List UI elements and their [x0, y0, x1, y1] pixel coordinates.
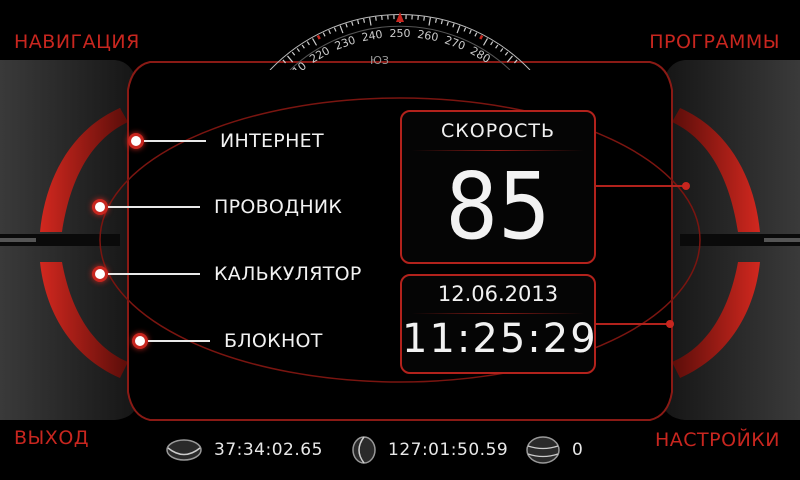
menu-item-explorer[interactable]: ПРОВОДНИК	[92, 195, 342, 219]
compass-tick	[423, 16, 425, 21]
menu-item-label: ПРОВОДНИК	[214, 196, 343, 218]
compass-tick	[482, 38, 489, 46]
latitude-value: 37:34:02.65	[214, 440, 323, 460]
longitude-value: 127:01:50.59	[388, 440, 509, 460]
compass-tick	[306, 41, 310, 46]
compass-tick-label: 220	[307, 44, 332, 66]
exit-button[interactable]: ВЫХОД	[14, 427, 89, 449]
compass-tick-label: 210	[285, 59, 309, 70]
compass-tick-label: 240	[361, 28, 384, 44]
menu-connector	[108, 206, 200, 208]
latitude-globe-icon	[166, 439, 202, 461]
menu-item-internet[interactable]: ИНТЕРНЕТ	[128, 129, 324, 153]
compass-tick-label: 250	[390, 27, 411, 40]
compass-tick	[434, 18, 437, 23]
compass-tick-label: 230	[333, 33, 357, 52]
menu-item-calculator[interactable]: КАЛЬКУЛЯТОР	[92, 262, 362, 286]
divider	[412, 313, 584, 314]
compass-tick	[357, 20, 360, 25]
compass-tick-label: 260	[416, 28, 439, 44]
compass-tick	[440, 20, 443, 25]
compass-tick	[469, 29, 472, 35]
compass-tick	[506, 55, 513, 63]
settings-button[interactable]: НАСТРОЙКИ	[655, 429, 780, 451]
speed-title: СКОРОСТЬ	[440, 120, 556, 142]
compass-tick	[328, 29, 331, 35]
compass-tick	[446, 21, 449, 26]
compass-tick	[345, 23, 348, 28]
compass-tick	[301, 44, 305, 49]
time-value: 11:25:29	[402, 316, 598, 362]
compass-tick	[282, 59, 287, 64]
longitude-globe-icon	[352, 436, 376, 464]
altitude-value: 0	[572, 440, 584, 460]
menu-item-label: БЛОКНОТ	[224, 330, 323, 352]
date-value: 12.06.2013	[437, 282, 559, 306]
compass-tick	[311, 38, 318, 46]
altitude-globe-icon	[526, 436, 560, 464]
compass-tick	[291, 51, 296, 56]
longitude-status: 127:01:50.59	[350, 434, 508, 466]
compass-heading-label: ЮЗ	[370, 54, 389, 67]
compass-tick	[296, 48, 300, 53]
compass-tick	[456, 25, 461, 34]
compass-tick	[479, 34, 484, 40]
compass-tick	[333, 27, 337, 32]
compass-tick	[322, 32, 326, 37]
compass-tick	[369, 17, 372, 26]
menu-bullet-icon	[128, 133, 144, 149]
compass-tick-label: 280	[468, 44, 493, 66]
datetime-panel: 12.06.2013 11:25:29	[400, 274, 596, 374]
menu-connector	[108, 273, 200, 275]
menu-connector	[144, 140, 206, 142]
compass-tick	[490, 41, 494, 46]
divider	[412, 150, 584, 151]
compass-tick	[339, 25, 344, 34]
compass-tick	[316, 34, 321, 40]
compass-tick	[428, 17, 431, 26]
compass-tick	[452, 23, 455, 28]
speed-panel: СКОРОСТЬ 85	[400, 110, 596, 264]
altitude-status: 0	[524, 434, 583, 466]
speed-value: 85	[445, 153, 551, 260]
menu-connector	[148, 340, 210, 342]
compass-tick	[513, 59, 518, 64]
menu-bullet-icon	[132, 333, 148, 349]
compass-heading: 210220230240 250 260270280 ЮЗ	[269, 12, 531, 70]
compass-tick	[495, 44, 499, 49]
navigation-button[interactable]: НАВИГАЦИЯ	[14, 31, 140, 53]
compass-tick	[463, 27, 467, 32]
compass-tick	[474, 32, 478, 37]
menu-bullet-icon	[92, 199, 108, 215]
compass-tick	[363, 18, 366, 23]
compass-tick	[351, 21, 354, 26]
compass-tick	[375, 16, 377, 21]
programs-button[interactable]: ПРОГРАММЫ	[649, 31, 780, 53]
menu-item-notepad[interactable]: БЛОКНОТ	[132, 329, 323, 353]
menu-bullet-icon	[92, 266, 108, 282]
compass-pointer-icon	[396, 12, 404, 22]
menu-item-label: ИНТЕРНЕТ	[220, 130, 324, 152]
latitude-status: 37:34:02.65	[164, 434, 323, 466]
compass-tick	[287, 55, 294, 63]
compass-tick	[500, 48, 504, 53]
compass-tick	[504, 51, 509, 56]
menu-item-label: КАЛЬКУЛЯТОР	[214, 263, 362, 285]
compass-tick-label: 270	[443, 33, 467, 52]
